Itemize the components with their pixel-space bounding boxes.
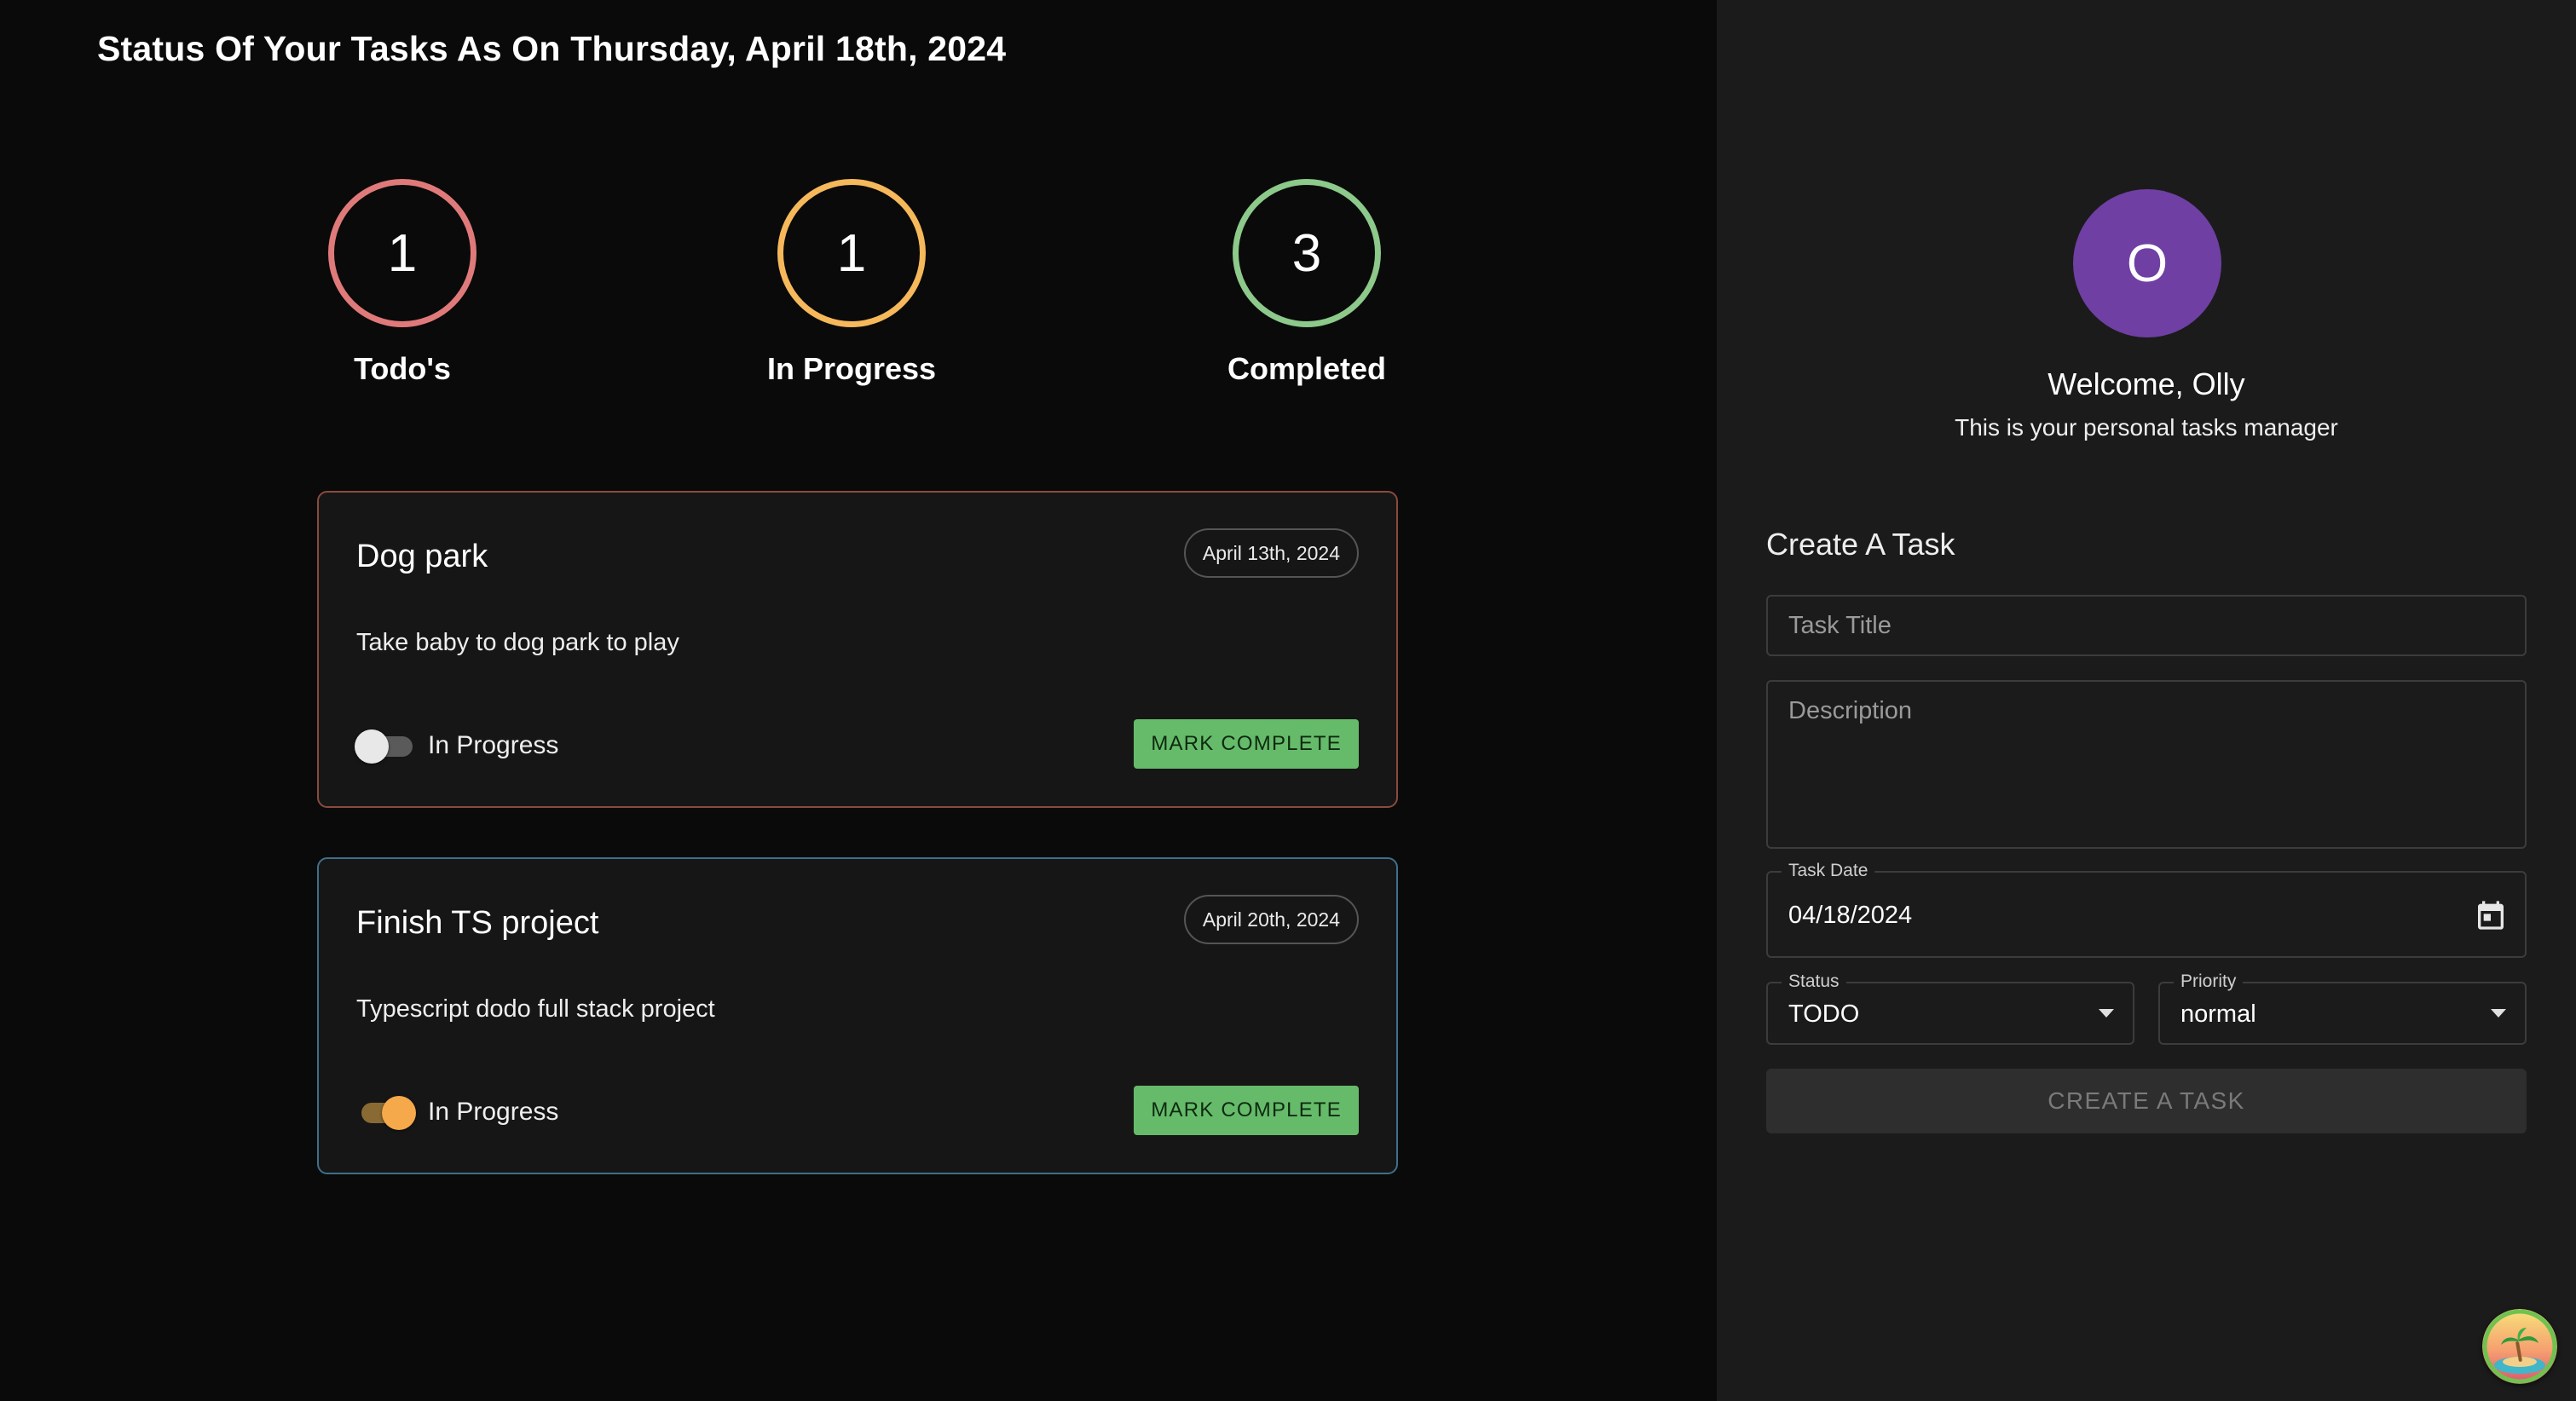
task-title-field	[1766, 595, 2527, 656]
toggle-label: In Progress	[428, 1098, 559, 1126]
stat-label: In Progress	[766, 351, 937, 386]
task-date-chip: April 20th, 2024	[1183, 895, 1359, 944]
stat-label: Todo's	[354, 351, 451, 386]
stat-completed: 3 Completed	[1153, 179, 1460, 387]
priority-label: Priority	[2174, 971, 2244, 992]
welcome-subtitle: This is your personal tasks manager	[1955, 414, 2338, 441]
task-description: Typescript dodo full stack project	[356, 995, 715, 1023]
avatar[interactable]: O	[2073, 189, 2221, 337]
status-select[interactable]: Status TODO	[1766, 971, 2134, 1045]
chevron-down-icon	[2491, 1009, 2506, 1018]
form-title: Create A Task	[1766, 527, 1955, 562]
sidebar: O Welcome, Olly This is your personal ta…	[1717, 0, 2576, 1401]
stat-ring: 1	[328, 179, 477, 327]
description-input[interactable]	[1768, 682, 2525, 847]
task-date-field[interactable]: Task Date 04/18/2024	[1766, 861, 2527, 958]
chevron-down-icon	[2099, 1009, 2114, 1018]
task-date-label: Task Date	[1782, 861, 1875, 881]
toggle-thumb	[355, 729, 389, 764]
status-value: TODO	[1788, 1000, 1860, 1028]
task-title-input[interactable]	[1768, 597, 2525, 654]
task-date-value: 04/18/2024	[1788, 902, 1913, 929]
beach-island-icon[interactable]	[2482, 1309, 2557, 1384]
priority-select[interactable]: Priority normal	[2158, 971, 2527, 1045]
toggle-label: In Progress	[428, 731, 559, 759]
mark-complete-button[interactable]: MARK COMPLETE	[1134, 719, 1359, 769]
toggle-thumb	[382, 1096, 416, 1130]
calendar-icon[interactable]	[2474, 898, 2508, 932]
welcome-text: Welcome, Olly	[2048, 366, 2245, 401]
stat-ring: 3	[1233, 179, 1381, 327]
stat-todos: 1 Todo's	[249, 179, 556, 387]
app-root: Status Of Your Tasks As On Thursday, Apr…	[0, 0, 2576, 1401]
task-card: Finish TS project April 20th, 2024 Types…	[317, 857, 1398, 1174]
description-field	[1766, 680, 2527, 849]
page-title: Status Of Your Tasks As On Thursday, Apr…	[97, 29, 1007, 68]
task-date-chip: April 13th, 2024	[1183, 528, 1359, 578]
stat-ring: 1	[777, 179, 926, 327]
stat-label: Completed	[1227, 351, 1386, 386]
task-title: Dog park	[356, 539, 488, 574]
in-progress-toggle[interactable]	[353, 728, 418, 765]
stat-in-progress: 1 In Progress	[698, 179, 1005, 387]
in-progress-toggle[interactable]	[353, 1094, 418, 1132]
task-dashboard: Status Of Your Tasks As On Thursday, Apr…	[0, 0, 1717, 1401]
task-title: Finish TS project	[356, 905, 599, 941]
status-label: Status	[1782, 971, 1846, 992]
create-task-button[interactable]: CREATE A TASK	[1766, 1069, 2527, 1133]
mark-complete-button[interactable]: MARK COMPLETE	[1134, 1086, 1359, 1135]
task-card: Dog park April 13th, 2024 Take baby to d…	[317, 491, 1398, 808]
priority-value: normal	[2180, 1000, 2256, 1028]
task-description: Take baby to dog park to play	[356, 629, 679, 656]
